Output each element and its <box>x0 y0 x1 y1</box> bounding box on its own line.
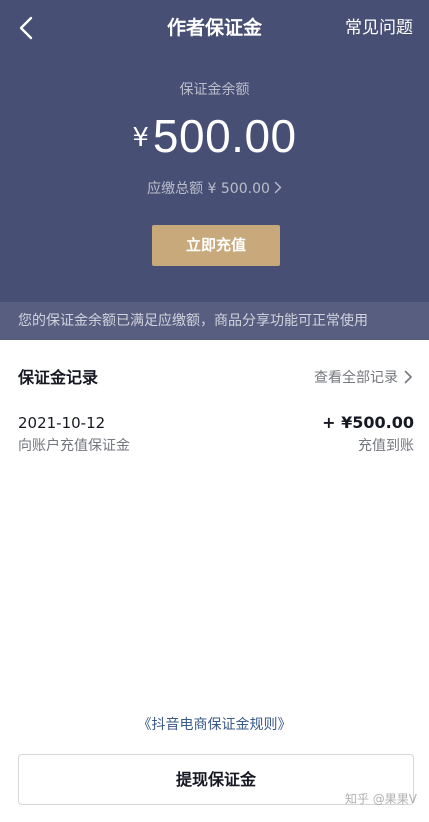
faq-link[interactable]: 常见问题 <box>345 14 413 42</box>
total-due-link[interactable]: 应缴总额 ¥ 500.00 <box>0 179 429 200</box>
notice-bar: 您的保证金余额已满足应缴额，商品分享功能可正常使用 <box>0 302 429 340</box>
record-date: 2021-10-12 <box>18 414 106 432</box>
chevron-right-icon <box>404 368 413 392</box>
recharge-button[interactable]: 立即充值 <box>152 225 280 266</box>
balance-amount: ¥500.00 <box>0 108 429 175</box>
record-description: 向账户充值保证金 <box>18 438 130 454</box>
records-section-title: 保证金记录 <box>18 368 99 387</box>
record-row[interactable]: 2021-10-12 向账户充值保证金 + ¥500.00 充值到账 <box>18 412 414 458</box>
balance-header: 作者保证金 常见问题 保证金余额 ¥500.00 应缴总额 ¥ 500.00 立… <box>0 0 429 340</box>
record-status: 充值到账 <box>358 438 414 454</box>
notice-text: 您的保证金余额已满足应缴额，商品分享功能可正常使用 <box>18 313 368 329</box>
view-all-label: 查看全部记录 <box>314 370 398 386</box>
view-all-records-link[interactable]: 查看全部记录 <box>314 366 413 392</box>
record-amount: + ¥500.00 <box>322 413 414 432</box>
total-due-text: 应缴总额 ¥ 500.00 <box>147 181 270 197</box>
currency-symbol: ¥ <box>132 123 149 153</box>
rules-link[interactable]: 《抖音电商保证金规则》 <box>0 714 429 736</box>
balance-label: 保证金余额 <box>179 82 250 98</box>
watermark: 知乎 @果果V <box>344 792 417 806</box>
balance-value: 500.00 <box>152 110 297 162</box>
chevron-right-icon <box>274 180 282 200</box>
